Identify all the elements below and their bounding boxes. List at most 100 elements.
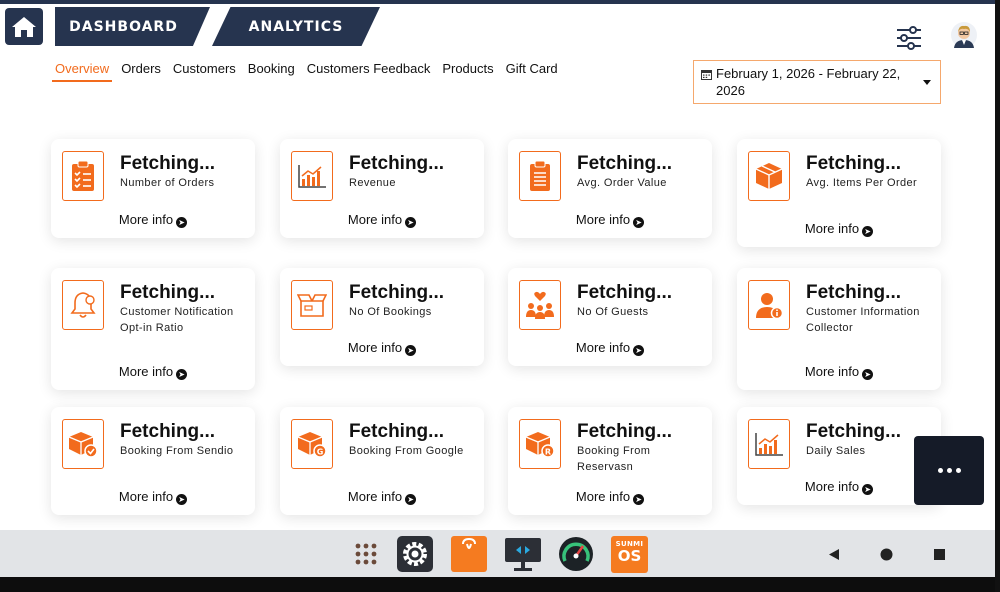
calendar-icon [701,70,712,80]
arrow-right-circle-icon: ➤ [176,217,188,228]
app-grid-icon[interactable] [355,543,377,565]
card-no-of-guests: Fetching... No Of Guests More info ➤ [508,268,712,366]
shopping-bag-icon[interactable] [451,536,487,572]
card-label: Avg. Items Per Order [806,177,918,189]
card-value: Fetching... [120,153,215,174]
arrow-right-circle-icon: ➤ [633,345,645,356]
more-info-link[interactable]: More info ➤ [737,479,941,495]
subnav-products[interactable]: Products [442,61,493,76]
card-avg-items-per-order: Fetching... Avg. Items Per Order More in… [737,139,941,247]
svg-text:R: R [545,448,551,457]
card-value: Fetching... [120,282,215,303]
card-revenue: Fetching... Revenue More info ➤ [280,139,484,238]
bar-chart-icon [291,151,333,201]
card-label: Customer Information Collector [806,306,920,334]
card-label: Booking From Sendio [120,445,234,457]
clipboard-list-icon [62,151,104,201]
date-range-picker[interactable]: February 1, 2026 - February 22, 2026 [693,60,941,104]
sunmi-os-icon[interactable]: SUNMI OS [611,536,648,573]
arrow-right-circle-icon: ➤ [862,484,874,495]
box-google-icon: G [291,419,333,469]
dot [937,468,943,473]
dot [946,468,952,473]
subnav-booking[interactable]: Booking [248,61,295,76]
remote-desktop-icon[interactable] [503,536,543,574]
more-info-link[interactable]: More info ➤ [508,489,712,505]
right-bezel [995,0,1000,592]
arrow-right-circle-icon: ➤ [405,494,417,505]
card-value: Fetching... [806,153,901,174]
home-icon [12,16,36,37]
box-check-icon [62,419,104,469]
arrow-right-circle-icon: ➤ [862,226,874,237]
card-booking-from-google: G Fetching... Booking From Google More i… [280,407,484,515]
card-customer-information-collector: Fetching... Customer Information Collect… [737,268,941,390]
sub-navigation: Overview Orders Customers Booking Custom… [51,61,570,82]
card-booking-from-sendio: Fetching... Booking From Sendio More inf… [51,407,255,515]
card-value: Fetching... [577,421,672,442]
more-info-link[interactable]: More info ➤ [737,221,941,237]
card-label: No Of Guests [577,306,649,318]
card-label: Booking From Google [349,445,464,457]
chevron-down-icon [923,80,931,85]
card-label: Revenue [349,177,396,189]
back-icon[interactable] [828,548,840,561]
arrow-right-circle-icon: ➤ [862,369,874,380]
more-info-link[interactable]: More info ➤ [51,364,255,380]
card-label: Booking From Reservasn [577,445,651,473]
arrow-right-circle-icon: ➤ [633,217,645,228]
arrow-right-circle-icon: ➤ [405,345,417,356]
sales-chart-icon [748,419,790,469]
home-button[interactable] [5,8,43,45]
system-taskbar: SUNMI OS [0,530,1000,577]
recent-apps-icon[interactable] [934,549,945,560]
subnav-customers[interactable]: Customers [173,61,236,76]
more-info-link[interactable]: More info ➤ [51,212,255,228]
arrow-right-circle-icon: ➤ [176,369,188,380]
more-info-link[interactable]: More info ➤ [737,364,941,380]
subnav-gift-card[interactable]: Gift Card [506,61,558,76]
card-no-of-bookings: Fetching... No Of Bookings More info ➤ [280,268,484,366]
filter-sliders-icon[interactable] [896,25,922,51]
avatar[interactable] [951,22,977,48]
card-label: Number of Orders [120,177,215,189]
card-value: Fetching... [577,282,672,303]
speedometer-icon[interactable] [558,536,594,572]
date-range-value: February 1, 2026 - February 22, 2026 [716,66,901,98]
sunmi-os-label-bottom: OS [617,547,642,565]
tab-analytics[interactable]: ANALYTICS [212,7,380,46]
subnav-customers-feedback[interactable]: Customers Feedback [307,61,431,76]
card-value: Fetching... [349,153,444,174]
card-value: Fetching... [806,282,901,303]
more-info-link[interactable]: More info ➤ [508,212,712,228]
more-info-link[interactable]: More info ➤ [280,489,484,505]
app-screen: DASHBOARD ANALYTICS Overview Orders Cust… [0,0,1000,592]
card-value: Fetching... [349,282,444,303]
home-circle-icon[interactable] [880,548,893,561]
card-label: Customer Notification Opt-in Ratio [120,306,234,334]
guests-icon [519,280,561,330]
card-avg-order-value: Fetching... Avg. Order Value More info ➤ [508,139,712,238]
card-value: Fetching... [577,153,672,174]
subnav-orders[interactable]: Orders [121,61,161,76]
box-reservasn-icon: R [519,419,561,469]
more-info-link[interactable]: More info ➤ [51,489,255,505]
card-number-of-orders: Fetching... Number of Orders More info ➤ [51,139,255,238]
settings-icon[interactable] [397,536,433,572]
more-info-link[interactable]: More info ➤ [280,212,484,228]
more-info-link[interactable]: More info ➤ [508,340,712,356]
top-border [0,0,1000,4]
clipboard-icon [519,151,561,201]
subnav-overview[interactable]: Overview [51,61,113,82]
tab-dashboard[interactable]: DASHBOARD [55,7,210,46]
dot [955,468,961,473]
more-info-link[interactable]: More info ➤ [280,340,484,356]
bottom-bezel [0,577,1000,592]
arrow-right-circle-icon: ➤ [405,217,417,228]
card-value: Fetching... [806,421,901,442]
card-booking-from-reservasn: R Fetching... Booking From Reservasn Mor… [508,407,712,515]
more-options-button[interactable] [914,436,984,505]
box-icon [748,151,790,201]
card-value: Fetching... [120,421,215,442]
open-box-icon [291,280,333,330]
